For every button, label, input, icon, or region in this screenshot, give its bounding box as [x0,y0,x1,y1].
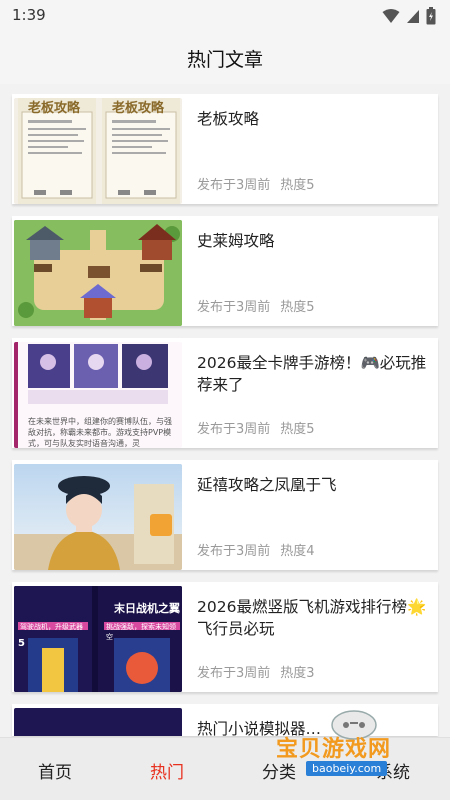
article-title: 2026最全卡牌手游榜！🎮必玩推荐来了 [197,354,427,394]
watermark-brand: 宝贝游戏网 [276,737,392,762]
article-date: 发布于3周前 [197,300,271,315]
status-bar: 1:39 [0,0,450,32]
article-date: 发布于3周前 [197,178,271,193]
article-card[interactable]: 在未来世界中，组建你的赛博队伍，与强敌对抗，称霸未来都市。游戏支持PVP模式，可… [12,338,438,448]
tab-home[interactable]: 首页 [38,758,72,783]
article-meta: 发布于3周前 热度5 [197,296,315,315]
page-title: 热门文章 [186,48,263,71]
article-card[interactable]: 驾驶战机，升级武器 末日战机之翼 挑战强敌，探索未知领空 5 2026最燃竖版飞… [12,582,438,692]
article-meta: 发布于3周前 热度5 [197,174,315,193]
title-bar: 热门文章 [0,32,450,84]
article-date: 发布于3周前 [197,666,271,681]
wifi-icon [382,9,400,23]
article-heat: 热度3 [280,666,315,681]
status-time: 1:39 [12,6,46,24]
article-title: 延禧攻略之凤凰于飞 [197,476,337,494]
article-title: 老板攻略 [197,110,260,128]
tab-hot[interactable]: 热门 [150,758,184,783]
article-meta: 发布于3周前 热度5 [197,418,315,437]
article-thumbnail: 老板攻略 老板攻略 [14,98,182,204]
article-card[interactable]: 史莱姆攻略 发布于3周前 热度5 [12,216,438,326]
thumbnail-text-left: 驾驶战机，升级武器 [20,623,83,631]
watermark-url: baobeiy.com [306,761,388,776]
thumbnail-heading-left: 老板攻略 [28,101,81,116]
article-date: 发布于3周前 [197,544,271,559]
article-thumbnail [14,220,182,326]
battery-icon [426,7,436,25]
article-date: 发布于3周前 [197,422,271,437]
article-heat: 热度5 [280,422,315,437]
thumbnail-number: 5 [18,638,25,649]
article-card[interactable]: 老板攻略 老板攻略 老板攻略 发布于3周前 热度5 [12,94,438,204]
signal-icon [407,10,419,23]
thumbnail-title-right: 末日战机之翼 [114,602,180,615]
thumbnail-heading-right: 老板攻略 [112,101,165,116]
article-card[interactable]: 延禧攻略之凤凰于飞 发布于3周前 热度4 [12,460,438,570]
article-meta: 发布于3周前 热度3 [197,662,315,681]
article-title: 史莱姆攻略 [197,232,275,250]
thumbnail-text-right: 挑战强敌，探索未知领空 [106,623,176,641]
article-heat: 热度5 [280,300,315,315]
article-title: 2026最燃竖版飞机游戏排行榜🌟飞行员必玩 [197,598,427,638]
watermark-logo: 宝贝游戏网 baobeiy.com [258,705,438,783]
article-thumbnail [14,464,182,570]
article-thumbnail: 驾驶战机，升级武器 末日战机之翼 挑战强敌，探索未知领空 5 [14,586,182,692]
article-thumbnail [14,708,182,736]
article-meta: 发布于3周前 热度4 [197,540,315,559]
status-icons [382,7,436,25]
thumbnail-caption: 在未来世界中，组建你的赛博队伍，与强敌对抗，称霸未来都市。游戏支持PVP模式，可… [28,417,172,448]
article-heat: 热度5 [280,178,315,193]
article-thumbnail: 在未来世界中，组建你的赛博队伍，与强敌对抗，称霸未来都市。游戏支持PVP模式，可… [14,342,182,448]
article-heat: 热度4 [280,544,315,559]
